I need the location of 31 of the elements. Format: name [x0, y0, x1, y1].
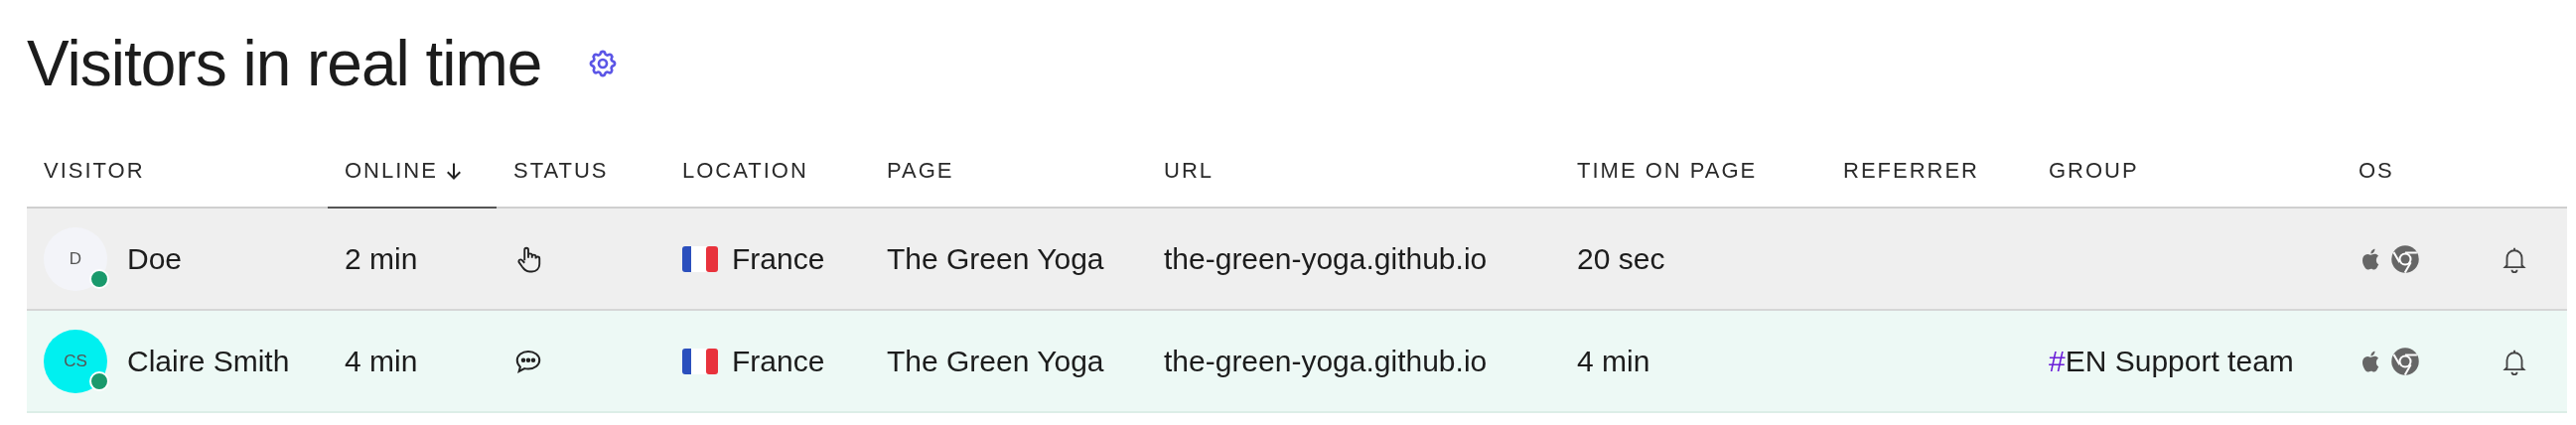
column-header[interactable]: REFERRER: [1826, 135, 2032, 207]
column-header[interactable]: STATUS: [497, 135, 665, 207]
visitor-row[interactable]: D Doe 2 min France The Green Yoga the-green-yoga.github.io 20 sec: [27, 209, 2567, 311]
column-header[interactable]: GROUP: [2032, 135, 2342, 207]
column-header[interactable]: PAGE: [870, 135, 1147, 207]
page-url: the-green-yoga.github.io: [1164, 241, 1488, 276]
column-header[interactable]: URL: [1147, 135, 1560, 207]
avatar: CS: [44, 329, 107, 393]
avatar: D: [44, 226, 107, 291]
page-url: the-green-yoga.github.io: [1164, 344, 1488, 378]
visitor-row[interactable]: CS Claire Smith 4 min France The Green Yoga the-green-yoga.github.io 4 min #EN Support team: [27, 311, 2567, 413]
column-header[interactable]: LOCATION: [665, 135, 870, 207]
chrome-icon: [2390, 346, 2420, 376]
flag-icon: [682, 245, 718, 272]
visitor-name: Claire Smith: [127, 344, 290, 378]
location: France: [732, 344, 825, 378]
page-title-cell: The Green Yoga: [887, 344, 1104, 378]
time-on-page: 20 sec: [1577, 241, 1665, 276]
online-time: 4 min: [345, 344, 418, 378]
time-on-page: 4 min: [1577, 344, 1650, 378]
column-header[interactable]: VISITOR: [27, 135, 328, 207]
flag-icon: [682, 348, 718, 374]
online-time: 2 min: [345, 241, 418, 276]
group-tag: #EN Support team: [2049, 344, 2294, 378]
column-header[interactable]: OS: [2342, 135, 2483, 207]
location: France: [732, 241, 825, 276]
column-header[interactable]: TIME ON PAGE: [1560, 135, 1826, 207]
page-title: Visitors in real time: [27, 27, 542, 100]
visitor-name: Doe: [127, 241, 183, 276]
chrome-icon: [2390, 243, 2420, 274]
page-title-cell: The Green Yoga: [887, 241, 1104, 276]
